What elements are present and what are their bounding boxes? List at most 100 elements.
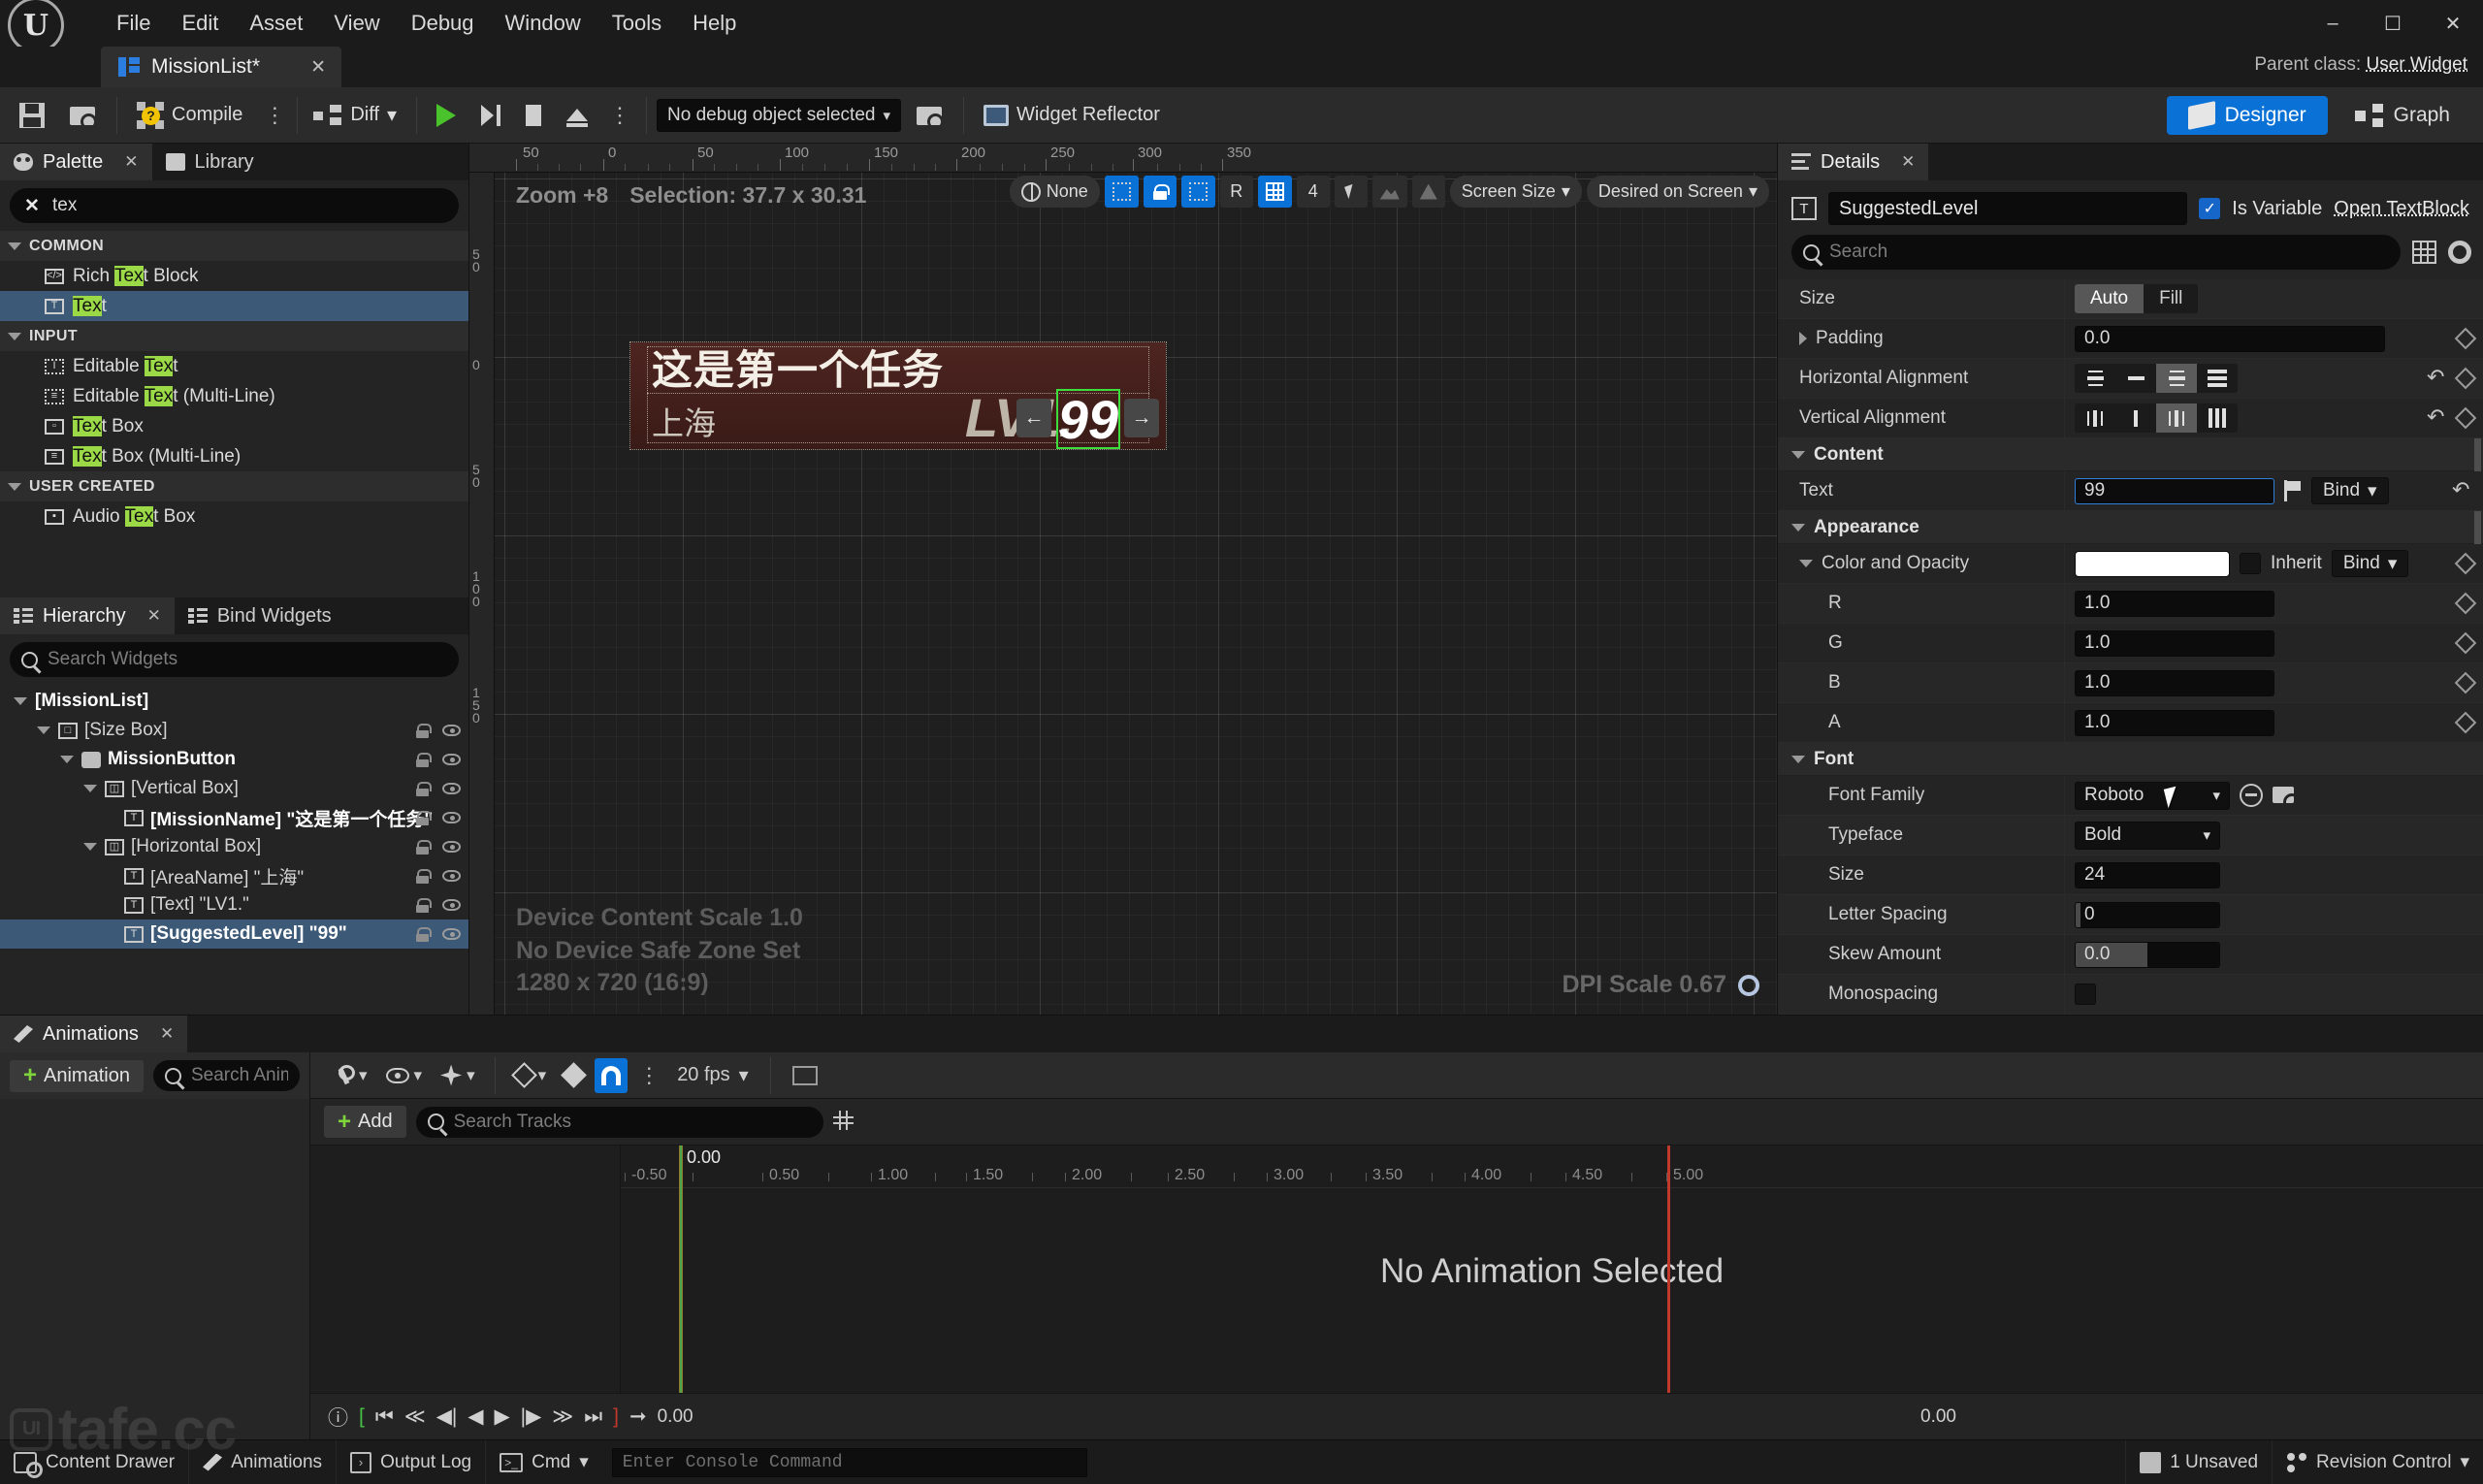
tree-item-vertical-box[interactable]: ◫ [Vertical Box] <box>0 774 468 803</box>
keyframe-icon[interactable] <box>2454 671 2477 694</box>
eye-icon[interactable] <box>442 841 461 853</box>
timeline-ruler[interactable]: -0.50 0.50 1.00 1.50 2.00 2.50 3.00 3.50… <box>621 1145 2483 1188</box>
palette-item-rich-text-block[interactable]: </> Rich Text Block <box>0 261 468 291</box>
eye-icon[interactable] <box>442 812 461 823</box>
menu-help[interactable]: Help <box>679 6 750 41</box>
keyframe-icon[interactable] <box>2454 406 2477 430</box>
localization-flag-icon[interactable] <box>2284 480 2302 501</box>
tab-palette[interactable]: Palette ✕ <box>0 144 152 180</box>
compile-options-icon[interactable]: ⋮ <box>258 104 291 125</box>
asset-tab-missionlist[interactable]: MissionList* ✕ <box>101 47 341 87</box>
lock-icon[interactable] <box>416 752 432 767</box>
step-button[interactable] <box>471 99 510 132</box>
keyframe-icon[interactable] <box>2454 327 2477 350</box>
align-center-button[interactable] <box>2115 364 2156 393</box>
diff-button[interactable]: Diff ▾ <box>304 97 406 133</box>
tab-designer[interactable]: Designer <box>2166 95 2328 135</box>
grid-snap-value[interactable]: 4 <box>1296 176 1330 208</box>
hierarchy-search[interactable] <box>10 642 459 677</box>
size-option-fill[interactable]: Fill <box>2144 284 2198 313</box>
start-bracket-icon[interactable]: [ <box>359 1405 365 1429</box>
close-icon[interactable]: ✕ <box>289 56 326 79</box>
key-interpolation-button[interactable] <box>558 1058 590 1093</box>
eye-icon[interactable] <box>442 725 461 736</box>
outline-button[interactable] <box>1180 176 1215 208</box>
palette-search[interactable]: ✕ <box>10 188 459 223</box>
tree-item-suggestedlevel[interactable]: T [SuggestedLevel] "99" <box>0 919 468 949</box>
step-back-button[interactable]: ◀| <box>436 1404 458 1429</box>
play-forward-button[interactable]: ▶ <box>495 1404 510 1429</box>
tracks-search-input[interactable] <box>453 1111 812 1133</box>
reset-icon[interactable]: ↶ <box>2452 479 2473 500</box>
debug-browse-button[interactable] <box>907 98 953 133</box>
reset-font-icon[interactable] <box>2240 784 2263 807</box>
minimize-button[interactable]: – <box>2303 0 2363 47</box>
chevron-down-icon[interactable] <box>83 843 97 851</box>
keyframe-icon[interactable] <box>2454 552 2477 575</box>
curve-editor-button[interactable] <box>786 1058 824 1093</box>
snap-to-outline-button[interactable] <box>1104 176 1139 208</box>
widget-preview[interactable]: 这是第一个任务 上海 LV1. 99 ← → <box>629 341 1167 450</box>
monospacing-checkbox[interactable] <box>2075 984 2096 1005</box>
lock-icon[interactable] <box>416 723 432 738</box>
padding-input[interactable]: 0.0 <box>2075 325 2385 352</box>
valign-top-button[interactable] <box>2075 403 2115 433</box>
resize-handle-left[interactable]: ← <box>1016 399 1051 437</box>
lock-icon[interactable] <box>416 839 432 855</box>
menu-tools[interactable]: Tools <box>598 6 675 41</box>
lock-icon[interactable] <box>416 897 432 913</box>
size-option-auto[interactable]: Auto <box>2075 284 2144 313</box>
lock-size-button[interactable] <box>1143 176 1177 208</box>
section-content[interactable]: Content <box>1778 438 2483 471</box>
color-bind-button[interactable]: Bind ▾ <box>2331 550 2409 577</box>
output-log-button[interactable]: › Output Log <box>337 1440 487 1484</box>
grid-view-icon[interactable] <box>2412 241 2436 264</box>
palette-search-input[interactable] <box>52 195 447 216</box>
color-b-input[interactable]: 1.0 <box>2075 669 2274 696</box>
tree-item-missionlist[interactable]: [MissionList] <box>0 687 468 716</box>
tree-item-missionbutton[interactable]: MissionButton <box>0 745 468 774</box>
widget-name-input[interactable] <box>1828 192 2188 225</box>
typeface-dropdown[interactable]: Bold ▾ <box>2075 821 2220 850</box>
resize-handle-right[interactable]: → <box>1124 399 1159 437</box>
color-r-input[interactable]: 1.0 <box>2075 590 2274 617</box>
valign-center-button[interactable] <box>2115 403 2156 433</box>
palette-category-common[interactable]: COMMON <box>0 231 468 261</box>
jump-to-end-button[interactable]: ⏭ <box>584 1405 602 1429</box>
add-animation-button[interactable]: + Animation <box>10 1059 144 1092</box>
image-preview-button[interactable] <box>1371 176 1407 208</box>
palette-item-text-box[interactable]: ▫ Text Box <box>0 411 468 441</box>
color-a-input[interactable]: 1.0 <box>2075 709 2274 736</box>
close-window-button[interactable]: ✕ <box>2423 0 2483 47</box>
parent-class-link[interactable]: User Widget <box>2366 54 2467 75</box>
font-family-dropdown[interactable]: Roboto ▾ <box>2075 781 2230 810</box>
close-icon[interactable]: ✕ <box>1901 152 1915 172</box>
sequencer-visibility-button[interactable]: ▾ <box>379 1058 430 1093</box>
chevron-down-icon[interactable] <box>83 785 97 792</box>
widget-canvas[interactable]: Zoom +8 Selection: 37.7 x 30.31 None R 4… <box>495 173 1777 1015</box>
details-search[interactable] <box>1791 235 2401 270</box>
loop-icon[interactable]: ➞ <box>629 1404 647 1429</box>
animations-list[interactable] <box>0 1099 309 1439</box>
tree-item-horizontal-box[interactable]: ◫ [Horizontal Box] <box>0 832 468 861</box>
stop-button[interactable] <box>516 99 551 132</box>
animations-search-input[interactable] <box>190 1065 288 1086</box>
sequencer-more-icon[interactable]: ⋮ <box>632 1064 665 1085</box>
chevron-down-icon[interactable] <box>60 756 74 763</box>
palette-item-text[interactable]: T Text <box>0 291 468 321</box>
keyframe-icon[interactable] <box>2454 592 2477 615</box>
fill-mode-dropdown[interactable]: Desired on Screen ▾ <box>1586 176 1769 208</box>
tab-details[interactable]: Details ✕ <box>1778 144 1929 180</box>
font-size-input[interactable]: 24 <box>2075 861 2220 888</box>
gear-icon[interactable] <box>1738 974 1759 996</box>
menu-file[interactable]: File <box>103 6 164 41</box>
chevron-down-icon[interactable] <box>1799 560 1813 567</box>
size-segmented-control[interactable]: Auto Fill <box>2075 284 2199 313</box>
designer-viewport[interactable]: 50 0 50 100 150 200 250 300 350 5 0 0 5 … <box>469 144 1777 1015</box>
timeline-canvas[interactable]: -0.50 0.50 1.00 1.50 2.00 2.50 3.00 3.50… <box>621 1145 2483 1393</box>
text-content-input[interactable]: 99 <box>2075 477 2274 504</box>
vertical-alignment-buttons[interactable] <box>2075 403 2238 433</box>
lock-icon[interactable] <box>416 868 432 884</box>
valign-bottom-button[interactable] <box>2156 403 2197 433</box>
keyframe-icon[interactable] <box>2454 631 2477 655</box>
